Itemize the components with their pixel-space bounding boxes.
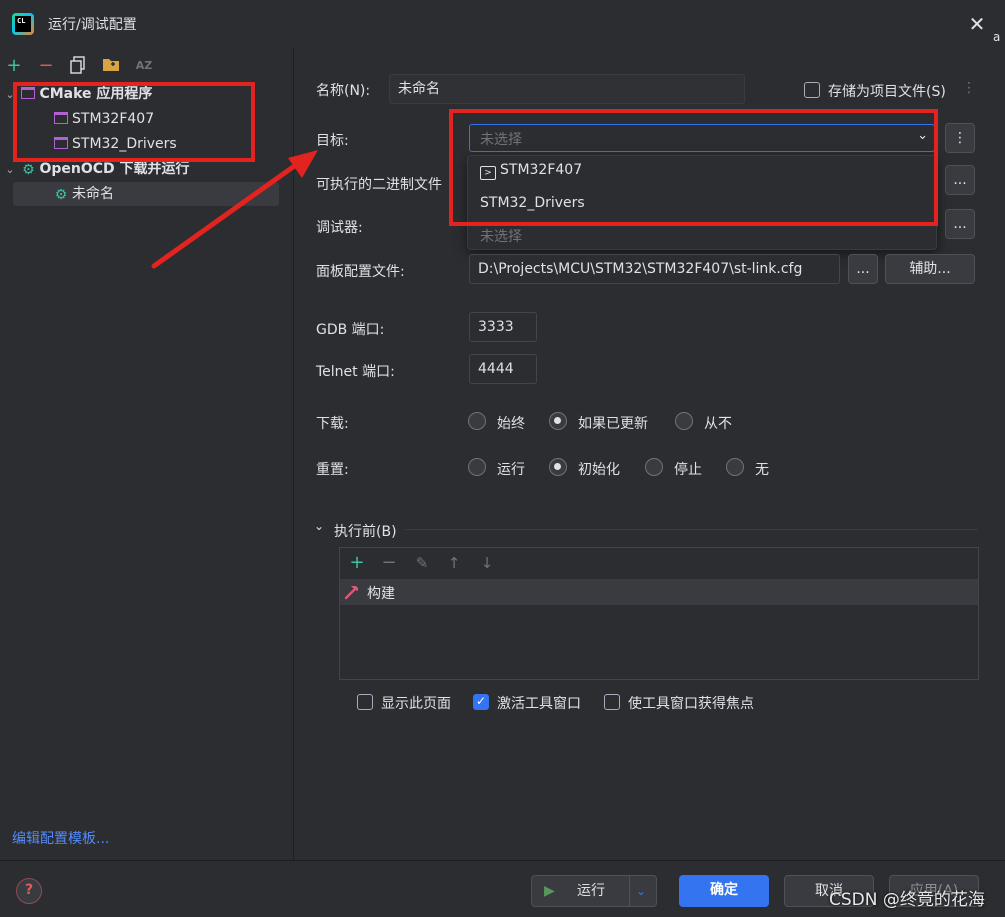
tree-item-label: STM32F407 [72,111,155,127]
tree-item-label: 未命名 [72,186,114,202]
cmake-app-icon [54,137,68,149]
reset-run-label: 运行 [497,462,525,478]
hammer-icon [344,586,358,600]
dropdown-option-stm32f407[interactable]: > STM32F407 [480,162,582,180]
show-page-checkbox[interactable] [357,694,373,710]
focus-tool-window-label: 使工具窗口获得焦点 [628,696,754,712]
close-icon[interactable]: ✕ [964,12,990,36]
chevron-down-icon[interactable]: ⌄ [314,519,324,533]
sort-alphabetically-icon[interactable]: AZ [134,56,154,76]
gdb-port-input[interactable]: 3333 [469,312,537,342]
ok-button[interactable]: 确定 [679,875,769,907]
tree-toolbar: + − AZ [0,52,294,80]
edit-task-icon[interactable]: ✎ [412,553,432,573]
board-config-input[interactable]: D:\Projects\MCU\STM32\STM32F407\st-link.… [469,254,840,284]
telnet-port-input[interactable]: 4444 [469,354,537,384]
debugger-browse-button[interactable]: ... [945,209,975,239]
chip-icon: ⚙ [54,187,68,203]
title-bar [0,0,1005,48]
cmake-app-icon [54,112,68,124]
telnet-port-label: Telnet 端口: [316,364,395,380]
remove-task-icon[interactable]: − [379,553,399,573]
background-edge-text: a [993,30,1001,44]
reset-label: 重置: [316,462,349,478]
section-divider [405,529,978,530]
window-title: 运行/调试配置 [48,17,137,33]
reset-none-radio[interactable] [726,458,744,476]
copy-configuration-icon[interactable] [68,56,88,76]
debugger-value-behind: 未选择 [480,229,522,245]
activate-tool-window-label: 激活工具窗口 [497,696,581,712]
reset-init-radio[interactable] [549,458,567,476]
annotation-arrow [151,150,318,269]
board-config-label: 面板配置文件: [316,264,405,280]
name-label: 名称(N): [316,83,371,99]
chip-icon: ⚙ [22,162,35,178]
chevron-down-icon[interactable]: ⌄ [3,83,17,107]
download-if-updated-label: 如果已更新 [578,416,648,432]
store-as-project-checkbox[interactable] [804,82,820,98]
download-if-updated-radio[interactable] [549,412,567,430]
target-more-button[interactable]: ⋮ [945,123,975,153]
button-split-divider [629,876,630,906]
before-launch-toolbar: + − ✎ ↑ ↓ [340,548,978,578]
run-button[interactable]: ▶ 运行 ⌄ [531,875,657,907]
store-as-project-label: 存储为项目文件(S) [828,84,946,100]
add-task-icon[interactable]: + [347,553,367,573]
download-always-radio[interactable] [468,412,486,430]
executable-label: 可执行的二进制文件 [316,177,442,193]
cmake-app-icon [21,87,36,99]
download-always-label: 始终 [497,416,525,432]
before-launch-header[interactable]: 执行前(B) [334,521,397,541]
tree-group-label: CMake 应用程序 [39,86,153,102]
download-never-radio[interactable] [675,412,693,430]
assist-button[interactable]: 辅助... [885,254,975,284]
watermark: CSDN @终竟的花海 [829,890,985,910]
reset-init-label: 初始化 [578,462,620,478]
download-never-label: 从不 [704,416,732,432]
clion-logo-icon: CL [12,13,34,35]
chevron-down-icon[interactable]: ⌄ [917,128,928,143]
reset-halt-label: 停止 [674,462,702,478]
download-label: 下载: [316,416,349,432]
target-select-placeholder: 未选择 [480,132,522,148]
board-config-browse-button[interactable]: ... [848,254,878,284]
tree-item-unnamed[interactable]: ⚙ 未命名 [54,182,114,206]
dropdown-option-stm32-drivers[interactable]: STM32_Drivers [480,195,585,211]
tree-item-stm32f407[interactable]: STM32F407 [54,107,154,131]
help-icon[interactable]: ? [16,878,42,904]
focus-tool-window-checkbox[interactable] [604,694,620,710]
remove-configuration-icon[interactable]: − [36,56,56,76]
name-input[interactable]: 未命名 [389,74,745,104]
reset-halt-radio[interactable] [645,458,663,476]
move-up-icon[interactable]: ↑ [444,553,464,573]
activate-tool-window-checkbox[interactable]: ✓ [473,694,489,710]
target-dropdown-list: > STM32F407 STM32_Drivers 未选择 [467,155,937,250]
reset-run-radio[interactable] [468,458,486,476]
show-page-label: 显示此页面 [381,696,451,712]
executable-browse-button[interactable]: ... [945,165,975,195]
chevron-down-icon[interactable]: ⌄ [636,876,646,906]
target-label: 目标: [316,133,349,149]
add-configuration-icon[interactable]: + [4,56,24,76]
debugger-label: 调试器: [316,220,363,236]
target-select[interactable]: 未选择 ⌄ [469,124,935,152]
move-down-icon[interactable]: ↓ [477,553,497,573]
tree-group-cmake[interactable]: ⌄ CMake 应用程序 [3,82,152,106]
play-icon: ▶ [544,883,555,899]
more-options-icon[interactable]: ⋮ [962,80,976,96]
reset-none-label: 无 [755,462,769,478]
terminal-icon: > [480,166,496,180]
gdb-port-label: GDB 端口: [316,322,385,338]
edit-configuration-templates-link[interactable]: 编辑配置模板... [12,828,109,848]
new-folder-icon[interactable] [101,56,121,76]
task-row-build[interactable]: 构建 [340,579,978,605]
chevron-down-icon[interactable]: ⌄ [3,158,17,182]
task-label: 构建 [367,586,395,602]
